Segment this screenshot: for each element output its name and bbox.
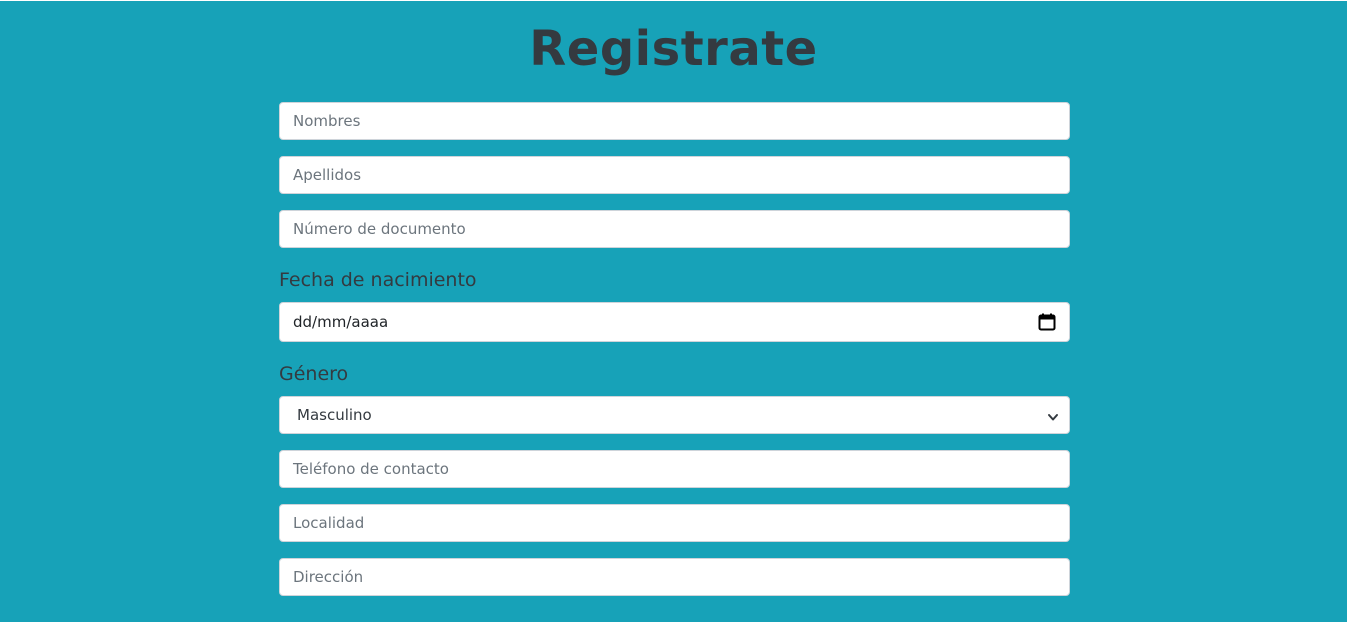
direccion-input[interactable]: Dirección bbox=[279, 558, 1070, 596]
genero-selected-value: Masculino bbox=[297, 406, 372, 424]
localidad-input[interactable]: Localidad bbox=[279, 504, 1070, 542]
localidad-placeholder: Localidad bbox=[293, 514, 365, 532]
documento-input[interactable]: Número de documento bbox=[279, 210, 1070, 248]
genero-select[interactable]: Masculino bbox=[279, 396, 1070, 434]
telefono-input[interactable]: Teléfono de contacto bbox=[279, 450, 1070, 488]
apellidos-input[interactable]: Apellidos bbox=[279, 156, 1070, 194]
chevron-down-icon bbox=[1047, 409, 1059, 421]
documento-placeholder: Número de documento bbox=[293, 220, 466, 238]
fecha-nacimiento-label: Fecha de nacimiento bbox=[279, 269, 477, 291]
fecha-nacimiento-input[interactable]: dd/mm/aaaa bbox=[279, 302, 1070, 342]
calendar-icon[interactable] bbox=[1038, 313, 1056, 331]
apellidos-placeholder: Apellidos bbox=[293, 166, 362, 184]
registration-page: Registrate Nombres Apellidos Número de d… bbox=[0, 0, 1347, 622]
telefono-placeholder: Teléfono de contacto bbox=[293, 460, 449, 478]
nombres-input[interactable]: Nombres bbox=[279, 102, 1070, 140]
nombres-placeholder: Nombres bbox=[293, 112, 361, 130]
genero-label: Género bbox=[279, 363, 349, 385]
direccion-placeholder: Dirección bbox=[293, 568, 364, 586]
fecha-placeholder: dd/mm/aaaa bbox=[293, 313, 389, 331]
page-title: Registrate bbox=[529, 21, 818, 77]
